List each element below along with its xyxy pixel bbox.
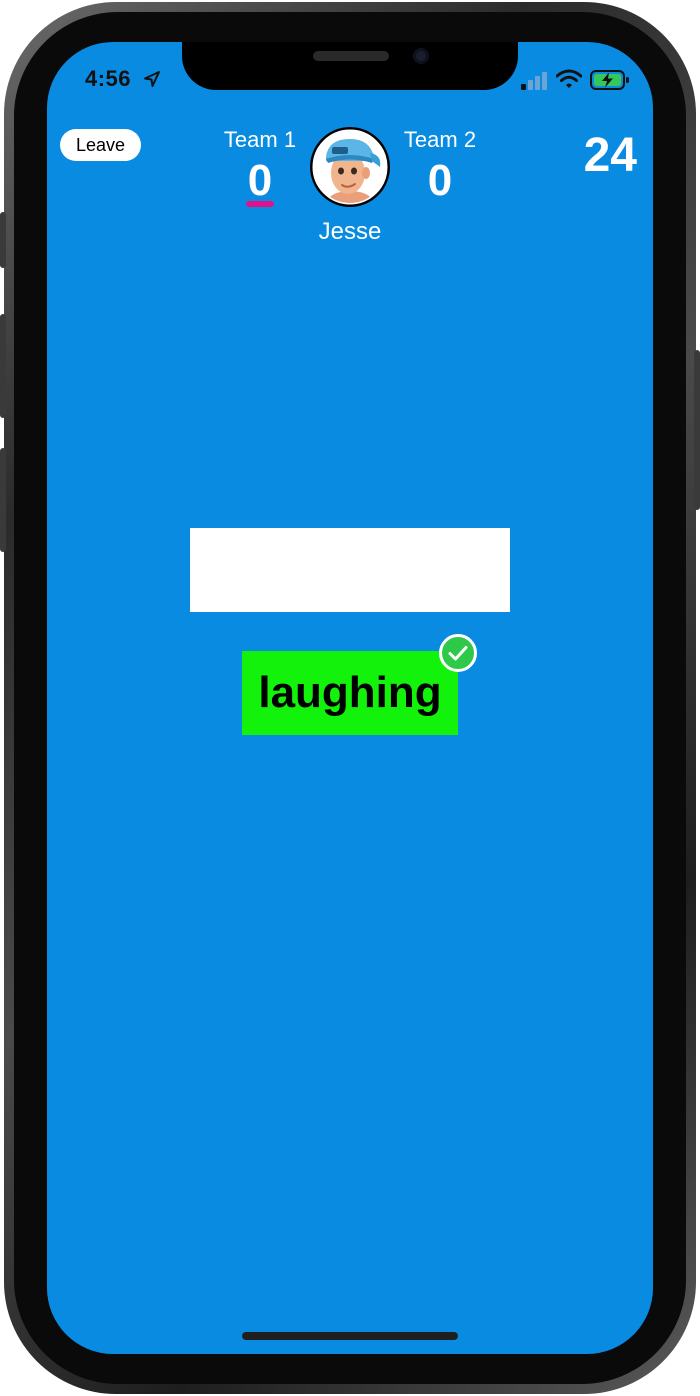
signal-icon: [521, 72, 547, 90]
power-button: [694, 350, 700, 510]
team-1-score: 0: [247, 156, 273, 205]
checkmark-circle-icon: [439, 634, 477, 672]
team-2-label: Team 2: [403, 127, 477, 152]
home-indicator[interactable]: [242, 1332, 458, 1340]
active-team-indicator: [246, 201, 274, 207]
notch: [182, 42, 518, 90]
status-time: 4:56: [85, 66, 132, 91]
word-card: laughing: [242, 651, 458, 735]
battery-charging-icon: [590, 70, 629, 90]
mute-switch: [0, 212, 6, 268]
player-name: Jesse: [318, 218, 382, 245]
team-1-label: Team 1: [223, 127, 297, 152]
leave-button[interactable]: Leave: [60, 129, 141, 161]
answer-input-box[interactable]: [190, 528, 510, 612]
word-text: laughing: [258, 668, 442, 717]
wifi-icon: [556, 69, 582, 88]
speaker-grille: [313, 51, 389, 61]
location-arrow-icon: [144, 71, 160, 87]
volume-down-button: [0, 448, 6, 552]
app-screen: 4:56 Leave Team 1 0 Team 2 0 Jesse 24 la…: [47, 42, 653, 1354]
player-avatar: [310, 127, 390, 207]
front-camera: [413, 48, 429, 64]
round-timer: 24: [583, 129, 637, 182]
volume-up-button: [0, 314, 6, 418]
team-2-score: 0: [427, 156, 453, 205]
